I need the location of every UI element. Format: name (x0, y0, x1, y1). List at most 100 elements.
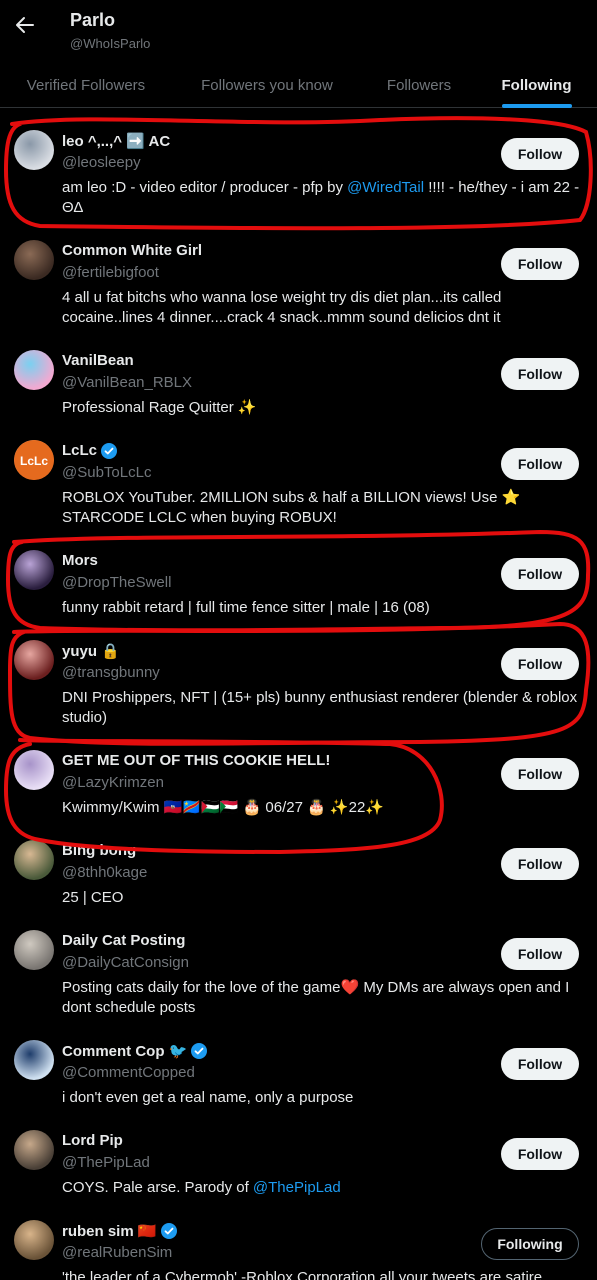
lavender-character-avatar[interactable] (14, 750, 54, 790)
user-handle[interactable]: @DailyCatConsign (62, 954, 189, 971)
follow-button[interactable]: Follow (501, 558, 579, 590)
user-row[interactable]: Lord Pip @ThePipLad COYS. Pale arse. Parod… (0, 1108, 597, 1198)
user-name-text: LcLc (62, 442, 98, 459)
follow-button[interactable]: Follow (501, 648, 579, 680)
user-handle[interactable]: @LazyKrimzen (62, 774, 164, 791)
following-button[interactable]: Following (481, 1228, 579, 1260)
user-row[interactable]: leo ^,..,^ ➡️ AC @leosleepy am leo :D - vi… (0, 108, 597, 218)
user-handle[interactable]: @leosleepy (62, 154, 141, 171)
user-bio: Kwimmy/Kwim 🇭🇹🇨🇩🇵🇸🇸🇩 🎂 06/27 🎂 ✨22✨ (62, 798, 587, 818)
user-handle[interactable]: @VanilBean_RBLX (62, 374, 192, 391)
tab-label: Followers (386, 76, 452, 94)
verified-badge-icon (191, 1043, 208, 1059)
lclc-logo-avatar[interactable]: LcLc (14, 440, 54, 480)
back-arrow-icon[interactable] (12, 12, 38, 38)
user-handle[interactable]: @fertilebigfoot (62, 264, 159, 281)
user-display-name[interactable]: Bing bong (62, 842, 136, 859)
user-bio: i don't even get a real name, only a pur… (62, 1088, 587, 1108)
follow-button[interactable]: Follow (501, 758, 579, 790)
white-fox-avatar[interactable] (14, 130, 54, 170)
bio-text: DNI Proshippers, NFT | (15+ pls) bunny e… (62, 689, 578, 726)
tab-label: Following (501, 76, 572, 94)
pink-anime-avatar[interactable] (14, 350, 54, 390)
user-bio: Professional Rage Quitter ✨ (62, 398, 587, 418)
user-name-text: Daily Cat Posting (62, 932, 186, 949)
user-bio: DNI Proshippers, NFT | (15+ pls) bunny e… (62, 688, 587, 728)
user-row[interactable]: VanilBean @VanilBean_RBLX Professional Rag… (0, 328, 597, 418)
tab-followers[interactable]: Followers (362, 62, 476, 108)
user-handle[interactable]: @realRubenSim (62, 1244, 172, 1261)
bio-text: am leo :D - video editor / producer - pf… (62, 179, 348, 196)
user-row[interactable]: Mors @DropTheSwell funny rabbit retard | f… (0, 528, 597, 618)
tab-following[interactable]: Following (476, 62, 597, 108)
user-handle[interactable]: @DropTheSwell (62, 574, 171, 591)
user-handle[interactable]: @CommentCopped (62, 1064, 195, 1081)
user-bio: funny rabbit retard | full time fence si… (62, 598, 587, 618)
bio-text: Professional Rage Quitter ✨ (62, 399, 257, 416)
person-avatar[interactable] (14, 240, 54, 280)
bio-text: Kwimmy/Kwim 🇭🇹🇨🇩🇵🇸🇸🇩 🎂 06/27 🎂 ✨22✨ (62, 799, 384, 816)
bio-text: Posting cats daily for the love of the g… (62, 979, 570, 1016)
user-display-name[interactable]: yuyu 🔒 (62, 642, 120, 660)
follow-button[interactable]: Follow (501, 448, 579, 480)
red-character-avatar[interactable] (14, 640, 54, 680)
user-name-text: leo ^,..,^ ➡️ AC (62, 133, 171, 150)
user-row[interactable]: Common White Girl @fertilebigfoot 4 all u … (0, 218, 597, 328)
follow-button[interactable]: Follow (501, 938, 579, 970)
user-bio: am leo :D - video editor / producer - pf… (62, 178, 587, 218)
tab-bar: Verified Followers Followers you know Fo… (0, 62, 597, 108)
user-display-name[interactable]: leo ^,..,^ ➡️ AC (62, 132, 170, 150)
follow-button[interactable]: Follow (501, 848, 579, 880)
user-display-name[interactable]: Mors (62, 552, 98, 569)
user-bio: 4 all u fat bitchs who wanna lose weight… (62, 288, 587, 328)
profile-handle: @WhoIsParlo (70, 36, 151, 51)
bio-mention-link[interactable]: @WiredTail (347, 179, 424, 196)
ruben-avatar[interactable] (14, 1220, 54, 1260)
profile-title: Parlo (70, 10, 116, 30)
tab-verified-followers[interactable]: Verified Followers (0, 62, 172, 108)
tab-followers-you-know[interactable]: Followers you know (172, 62, 362, 108)
bio-text: 'the leader of a Cybermob' -Roblox Corpo… (62, 1269, 543, 1280)
follow-button[interactable]: Follow (501, 1138, 579, 1170)
user-handle[interactable]: @SubToLcLc (62, 464, 151, 481)
follow-button[interactable]: Follow (501, 138, 579, 170)
man-avatar[interactable] (14, 1130, 54, 1170)
user-row[interactable]: ruben sim 🇨🇳 @realRubenSim 'the leader of … (0, 1198, 597, 1280)
user-row[interactable]: Bing bong @8thh0kage 25 | CEO Follow (0, 818, 597, 908)
follow-button[interactable]: Follow (501, 358, 579, 390)
bio-text: COYS. Pale arse. Parody of (62, 1179, 253, 1196)
police-avatar[interactable] (14, 1040, 54, 1080)
svg-text:LcLc: LcLc (20, 454, 48, 468)
user-row[interactable]: Comment Cop 🐦 @CommentCopped i don't even … (0, 1018, 597, 1108)
user-name-text: Bing bong (62, 842, 137, 859)
user-name-text: yuyu 🔒 (62, 643, 120, 660)
bio-text: 25 | CEO (62, 889, 124, 906)
user-row[interactable]: LcLc LcLc @SubToLcLc ROBLOX YouTuber. 2MILL… (0, 418, 597, 528)
user-display-name[interactable]: ruben sim 🇨🇳 (62, 1222, 177, 1240)
bio-mention-link[interactable]: @ThePipLad (253, 1179, 341, 1196)
user-display-name[interactable]: Comment Cop 🐦 (62, 1042, 208, 1060)
user-handle[interactable]: @transgbunny (62, 664, 160, 681)
user-display-name[interactable]: GET ME OUT OF THIS COOKIE HELL! (62, 752, 330, 769)
bio-text: 4 all u fat bitchs who wanna lose weight… (62, 289, 502, 326)
user-display-name[interactable]: Daily Cat Posting (62, 932, 185, 949)
user-row[interactable]: GET ME OUT OF THIS COOKIE HELL! @LazyKrim… (0, 728, 597, 818)
purple-character-avatar[interactable] (14, 550, 54, 590)
follow-button[interactable]: Follow (501, 248, 579, 280)
user-row[interactable]: yuyu 🔒 @transgbunny DNI Proshippers, NFT |… (0, 618, 597, 728)
verified-badge-icon (160, 1223, 177, 1239)
user-handle[interactable]: @8thh0kage (62, 864, 147, 881)
user-name-text: Comment Cop 🐦 (62, 1043, 188, 1060)
user-handle[interactable]: @ThePipLad (62, 1154, 150, 1171)
user-display-name[interactable]: Lord Pip (62, 1132, 123, 1149)
tab-label: Followers you know (201, 76, 333, 94)
user-display-name[interactable]: VanilBean (62, 352, 134, 369)
user-name-text: GET ME OUT OF THIS COOKIE HELL! (62, 752, 331, 769)
cat-avatar[interactable] (14, 930, 54, 970)
user-bio: ROBLOX YouTuber. 2MILLION subs & half a … (62, 488, 587, 528)
anime-character-avatar[interactable] (14, 840, 54, 880)
user-display-name[interactable]: Common White Girl (62, 242, 202, 259)
follow-button[interactable]: Follow (501, 1048, 579, 1080)
user-row[interactable]: Daily Cat Posting @DailyCatConsign Posting… (0, 908, 597, 1018)
user-display-name[interactable]: LcLc (62, 442, 118, 459)
